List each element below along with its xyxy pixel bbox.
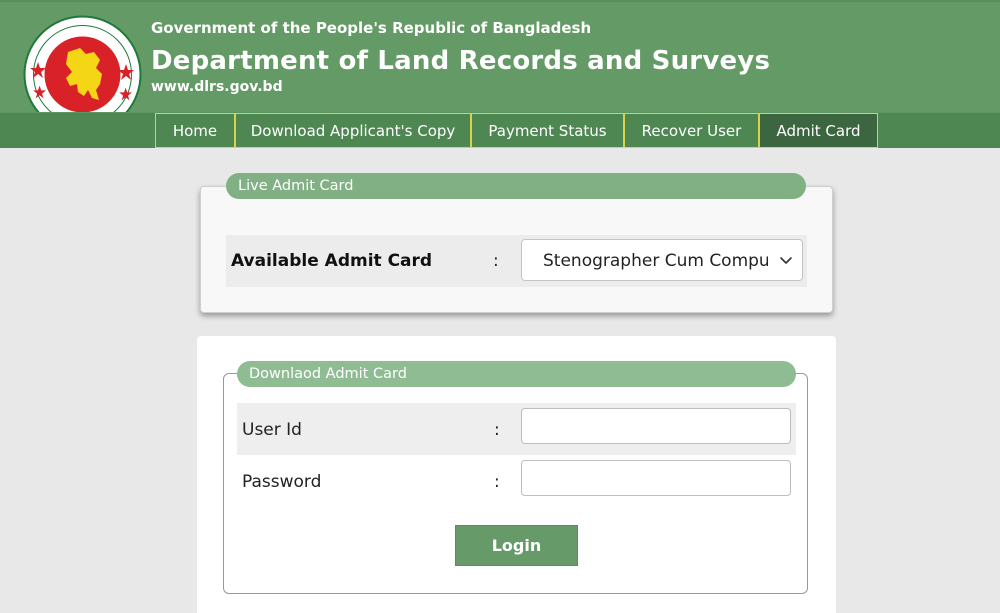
nav-home[interactable]: Home bbox=[155, 113, 235, 148]
password-input[interactable] bbox=[521, 460, 791, 496]
government-name: Government of the People's Republic of B… bbox=[151, 19, 592, 37]
available-admit-card-label: Available Admit Card bbox=[231, 251, 433, 271]
chevron-down-icon bbox=[780, 257, 792, 264]
live-admit-card-legend: Live Admit Card bbox=[226, 173, 806, 199]
separator: : bbox=[493, 251, 499, 271]
nav-download-applicants-copy[interactable]: Download Applicant's Copy bbox=[235, 113, 471, 148]
department-title: Department of Land Records and Surveys bbox=[151, 46, 771, 76]
download-admit-card-legend: Downlaod Admit Card bbox=[237, 361, 796, 387]
admit-card-select[interactable]: Stenographer Cum Computer Operator bbox=[521, 239, 803, 281]
separator: : bbox=[494, 420, 500, 440]
password-label: Password bbox=[242, 472, 322, 492]
bangladesh-emblem-icon[interactable] bbox=[22, 14, 143, 112]
site-header: Government of the People's Republic of B… bbox=[0, 0, 1000, 112]
login-button[interactable]: Login bbox=[455, 525, 578, 566]
nav-payment-status[interactable]: Payment Status bbox=[471, 113, 624, 148]
website-url: www.dlrs.gov.bd bbox=[151, 79, 283, 95]
user-id-label: User Id bbox=[242, 420, 302, 440]
nav-admit-card[interactable]: Admit Card bbox=[759, 113, 878, 148]
user-id-input[interactable] bbox=[521, 408, 791, 444]
nav-recover-user[interactable]: Recover User bbox=[624, 113, 759, 148]
main-nav: Home Download Applicant's Copy Payment S… bbox=[0, 112, 1000, 148]
admit-card-select-value: Stenographer Cum Computer Operator bbox=[543, 251, 768, 271]
header-top-line bbox=[0, 0, 1000, 2]
separator: : bbox=[494, 472, 500, 492]
